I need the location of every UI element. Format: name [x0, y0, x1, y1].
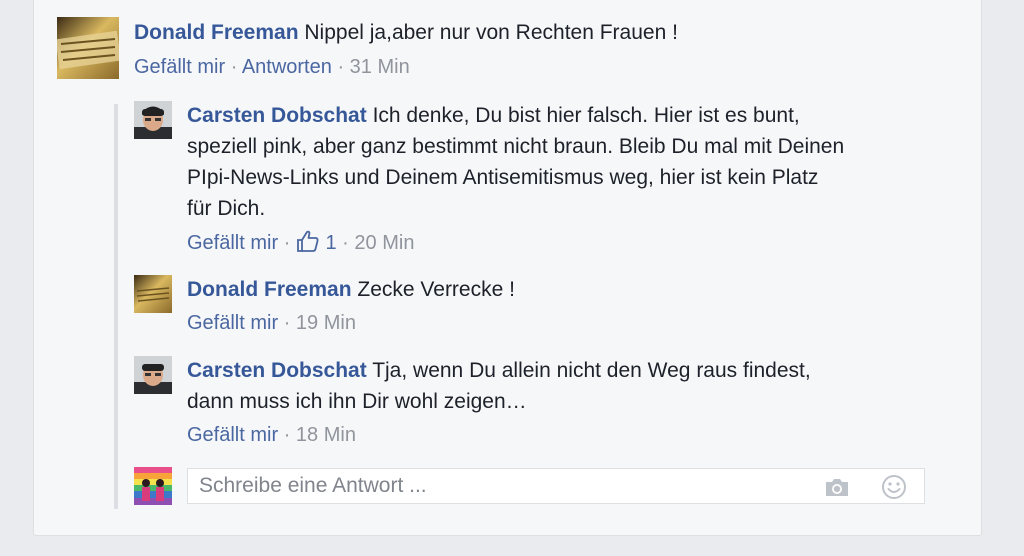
- donald-avatar-image: [57, 17, 119, 79]
- comment-time[interactable]: 31 Min: [350, 56, 410, 78]
- reply-input[interactable]: [188, 469, 819, 503]
- reply-thread-line: [114, 104, 118, 509]
- reply-text-line: dann muss ich ihn Dir wohl zeigen…: [187, 390, 527, 413]
- like-link[interactable]: Gefällt mir: [187, 424, 278, 446]
- comment-body: Donald Freeman Nippel ja,aber nur von Re…: [134, 17, 678, 48]
- reply-time[interactable]: 18 Min: [296, 424, 356, 446]
- reply-time[interactable]: 19 Min: [296, 312, 356, 334]
- carsten-avatar-image: [134, 356, 172, 394]
- separator: ·: [283, 312, 291, 334]
- comment-text: Nippel ja,aber nur von Rechten Frauen !: [304, 21, 678, 44]
- reply-author[interactable]: Carsten Dobschat: [187, 104, 367, 127]
- reply-composer[interactable]: [187, 468, 925, 504]
- carsten-avatar-image: [134, 101, 172, 139]
- like-count[interactable]: 1: [325, 232, 336, 254]
- reply-meta: Gefällt mir · 1 · 20 Min: [187, 229, 414, 256]
- reply-text-line: PIpi-News-Links und Deinem Antisemitismu…: [187, 166, 819, 189]
- separator: ·: [283, 232, 291, 254]
- camera-icon[interactable]: [823, 474, 851, 500]
- avatar-donald-freeman[interactable]: [57, 17, 119, 79]
- separator: ·: [337, 56, 345, 78]
- reply-text-line: für Dich.: [187, 197, 266, 220]
- donald-avatar-image: [134, 275, 172, 313]
- reply-link[interactable]: Antworten: [242, 56, 332, 78]
- emoji-icon[interactable]: [880, 474, 908, 500]
- reply-body: Carsten Dobschat Ich denke, Du bist hier…: [187, 100, 800, 131]
- current-user-avatar[interactable]: [134, 467, 172, 505]
- avatar-carsten-dobschat[interactable]: [134, 356, 172, 394]
- reply-time[interactable]: 20 Min: [354, 232, 414, 254]
- avatar-carsten-dobschat[interactable]: [134, 101, 172, 139]
- comment-meta: Gefällt mir · Antworten · 31 Min: [134, 54, 410, 80]
- reply-text-line: speziell pink, aber ganz bestimmt nicht …: [187, 135, 845, 158]
- thumbs-up-icon[interactable]: [296, 229, 320, 253]
- reply-author[interactable]: Carsten Dobschat: [187, 359, 367, 382]
- reply-author[interactable]: Donald Freeman: [187, 278, 352, 301]
- separator: ·: [342, 232, 349, 254]
- reply-text-line: Ich denke, Du bist hier falsch. Hier ist…: [372, 104, 800, 127]
- reply-meta: Gefällt mir · 18 Min: [187, 422, 356, 448]
- separator: ·: [283, 424, 291, 446]
- reply-text-line: Tja, wenn Du allein nicht den Weg raus f…: [372, 359, 811, 382]
- reply-meta: Gefällt mir · 19 Min: [187, 310, 356, 336]
- like-link[interactable]: Gefällt mir: [187, 232, 278, 254]
- comment-card: [33, 0, 982, 536]
- reply-body: Donald Freeman Zecke Verrecke !: [187, 274, 515, 305]
- like-link[interactable]: Gefällt mir: [187, 312, 278, 334]
- reply-body: Carsten Dobschat Tja, wenn Du allein nic…: [187, 355, 811, 386]
- reply-text-line: Zecke Verrecke !: [357, 278, 515, 301]
- comment-author[interactable]: Donald Freeman: [134, 21, 299, 44]
- current-user-avatar-image: [134, 467, 172, 505]
- avatar-donald-freeman[interactable]: [134, 275, 172, 313]
- separator: ·: [230, 56, 238, 78]
- like-link[interactable]: Gefällt mir: [134, 56, 225, 78]
